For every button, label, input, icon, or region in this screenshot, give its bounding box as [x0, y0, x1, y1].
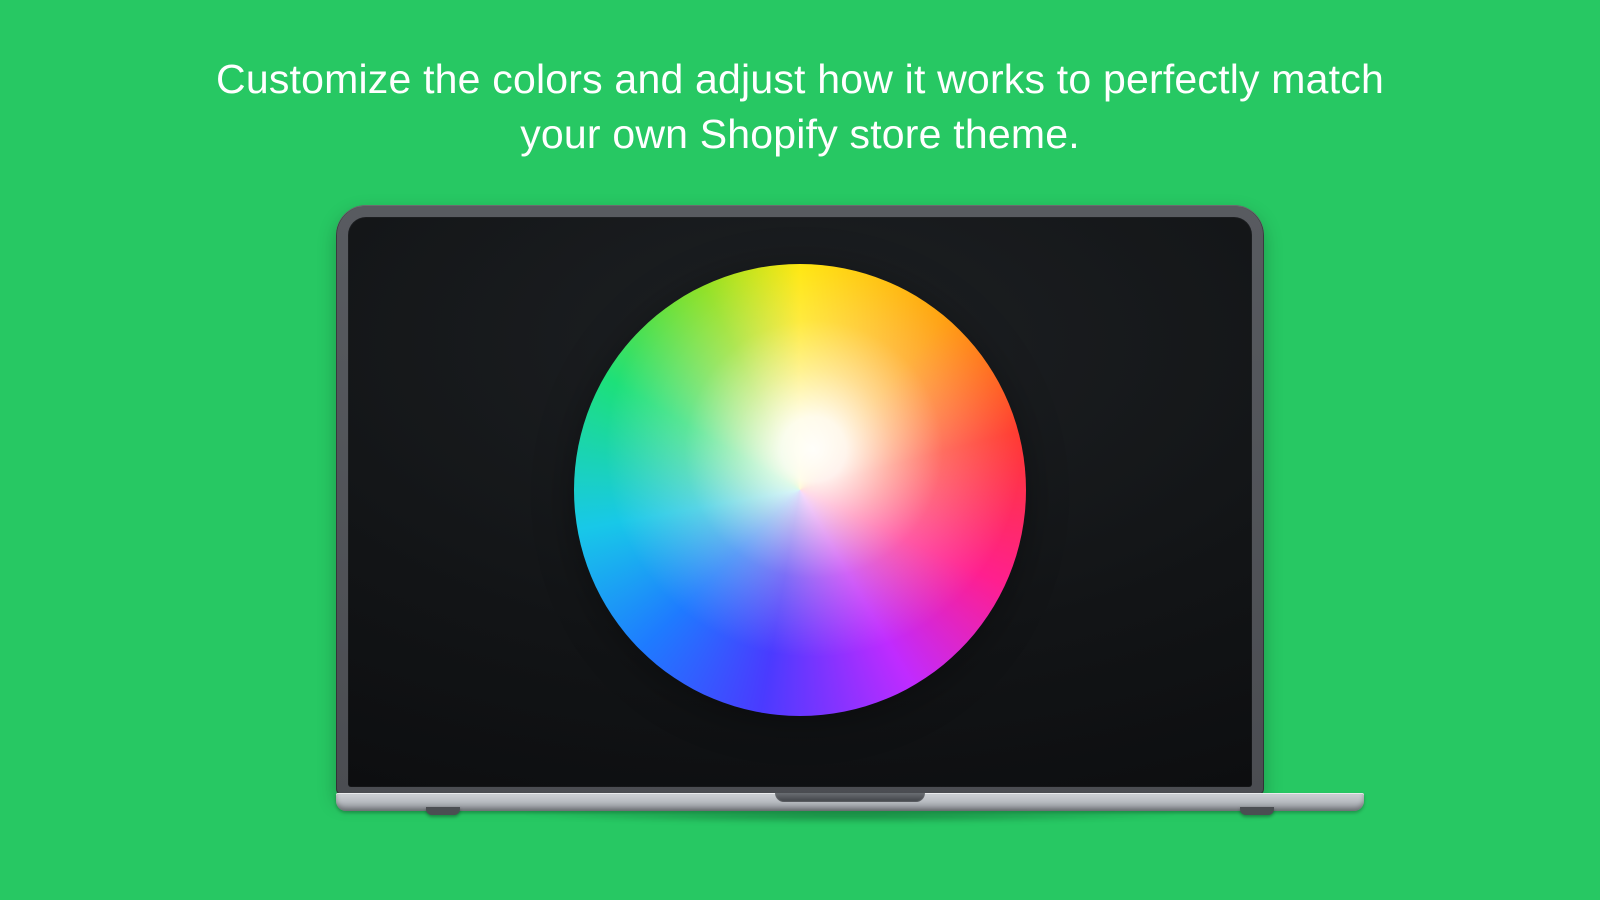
laptop-base	[336, 793, 1364, 823]
laptop-screen	[348, 217, 1252, 787]
color-wheel-highlight	[574, 264, 1026, 716]
laptop-illustration	[336, 205, 1264, 823]
laptop-shadow	[376, 813, 1324, 829]
color-wheel-icon	[574, 264, 1026, 716]
laptop-hinge-notch	[775, 793, 925, 802]
laptop-lid	[336, 205, 1264, 795]
hero-headline: Customize the colors and adjust how it w…	[170, 52, 1430, 163]
